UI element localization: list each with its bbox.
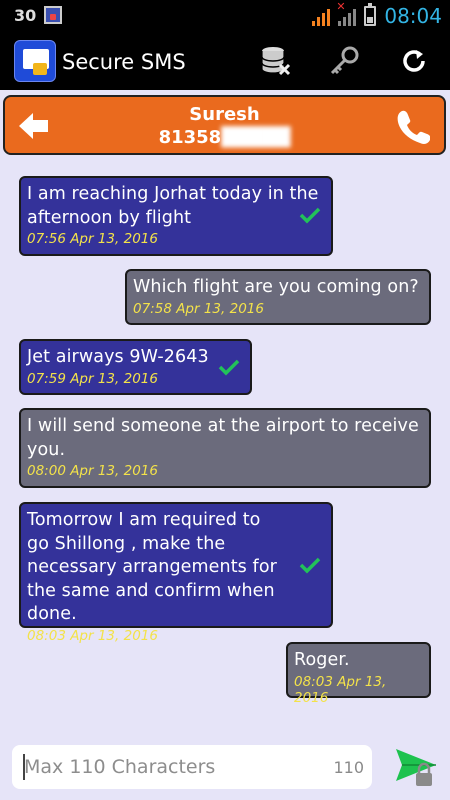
contact-number: 81358█████ xyxy=(5,127,444,148)
delivered-check-icon xyxy=(299,207,321,224)
app-bar: Secure SMS xyxy=(0,32,450,90)
refresh-icon xyxy=(403,50,425,72)
contact-number-visible: 81358 xyxy=(158,127,222,148)
delivered-check-icon xyxy=(218,359,240,376)
message-bubble-received[interactable]: Which flight are you coming on? 07:58 Ap… xyxy=(125,269,431,325)
message-input[interactable] xyxy=(24,751,324,783)
phone-icon[interactable] xyxy=(394,108,430,144)
key-button[interactable] xyxy=(324,42,364,80)
message-bubble-sent[interactable]: Tomorrow I am required to go Shillong , … xyxy=(19,502,333,644)
app-logo-icon xyxy=(14,40,56,82)
message-text: Tomorrow I am required to go Shillong , … xyxy=(27,510,277,624)
message-bubble-received[interactable]: Roger. 08:03 Apr 13, 2016 xyxy=(286,642,431,706)
message-bubble-received[interactable]: I will send someone at the airport to re… xyxy=(19,408,431,488)
contact-header: Suresh 81358█████ xyxy=(3,95,446,155)
message-timestamp: 07:59 Apr 13, 2016 xyxy=(27,370,158,387)
message-text: I will send someone at the airport to re… xyxy=(27,416,419,460)
message-text: I am reaching Jorhat today in the aftern… xyxy=(27,184,319,228)
char-counter: 110 xyxy=(333,758,364,777)
message-bubble-sent[interactable]: I am reaching Jorhat today in the aftern… xyxy=(19,176,333,256)
delivered-check-icon xyxy=(299,557,321,574)
app-title: Secure SMS xyxy=(62,50,186,74)
message-timestamp: 07:58 Apr 13, 2016 xyxy=(133,300,264,317)
send-button[interactable] xyxy=(393,745,439,789)
signal-icon-2: ✕ xyxy=(336,0,357,26)
compose-box: 110 xyxy=(12,745,372,789)
signal-icon xyxy=(312,6,331,26)
database-delete-button[interactable] xyxy=(256,42,296,80)
database-delete-icon xyxy=(261,47,291,76)
key-icon xyxy=(330,46,359,75)
message-text: Jet airways 9W-2643 xyxy=(27,347,209,367)
contact-name: Suresh xyxy=(189,104,260,125)
message-timestamp: 08:03 Apr 13, 2016 xyxy=(294,673,387,706)
message-timestamp: 08:03 Apr 13, 2016 xyxy=(27,627,158,644)
message-timestamp: 08:00 Apr 13, 2016 xyxy=(27,463,158,479)
message-text: Roger. xyxy=(294,650,350,670)
clock: 08:04 xyxy=(384,4,442,28)
notification-icon xyxy=(44,6,62,24)
message-bubble-sent[interactable]: Jet airways 9W-2643 07:59 Apr 13, 2016 xyxy=(19,339,252,395)
message-timestamp: 07:56 Apr 13, 2016 xyxy=(27,231,158,247)
status-bar: 30 ✕ 08:04 xyxy=(0,0,450,32)
notification-count: 30 xyxy=(14,6,37,25)
battery-icon xyxy=(364,3,377,26)
refresh-button[interactable] xyxy=(394,42,434,80)
contact-number-redacted: █████ xyxy=(221,127,291,148)
message-text: Which flight are you coming on? xyxy=(133,277,419,297)
